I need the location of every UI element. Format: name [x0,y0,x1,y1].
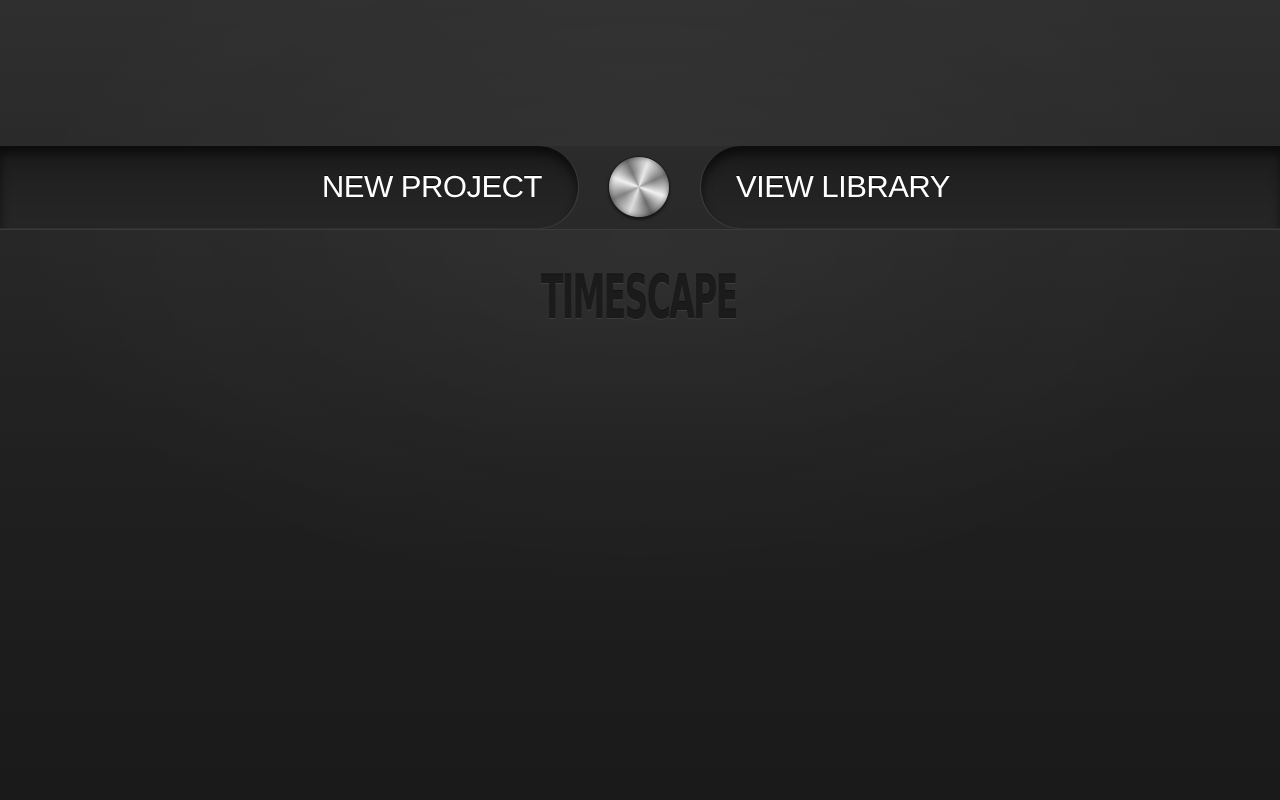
view-library-button[interactable]: VIEW LIBRARY [700,146,1280,228]
app-logo: TIMESCAPE [541,255,738,341]
metal-knob-icon[interactable] [609,157,669,217]
new-project-button[interactable]: NEW PROJECT [0,146,579,228]
home-screen: NEW PROJECT VIEW LIBRARY TIMESCAPE [0,0,1280,800]
new-project-label: NEW PROJECT [321,169,543,204]
view-library-label: VIEW LIBRARY [736,169,950,204]
app-logo-text: TIMESCAPE [541,263,738,333]
